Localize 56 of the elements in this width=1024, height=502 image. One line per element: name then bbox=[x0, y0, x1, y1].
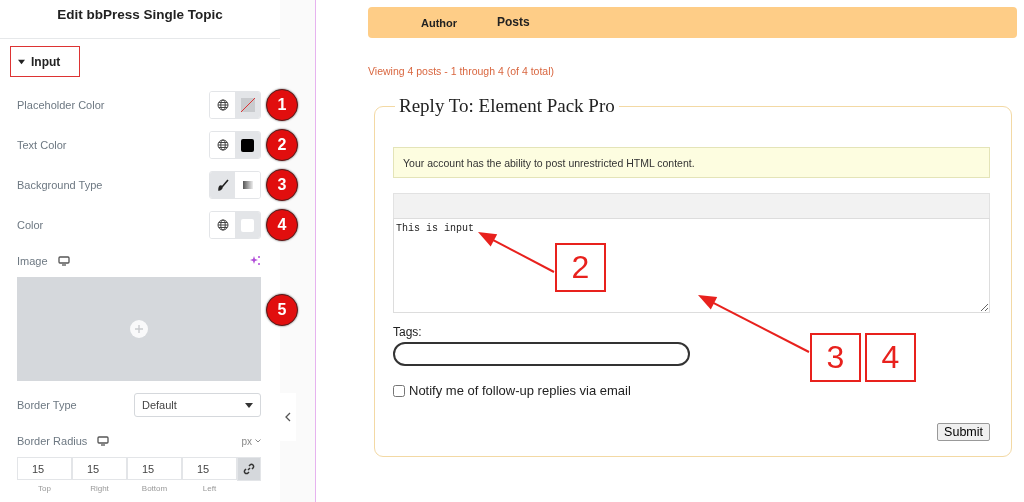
dimension-input[interactable]: 15 bbox=[182, 457, 237, 480]
step-badge: 1 bbox=[266, 89, 298, 121]
form-legend: Reply To: Element Pack Pro bbox=[395, 95, 619, 117]
step-badge: 5 bbox=[266, 294, 298, 326]
step-badge: 3 bbox=[266, 169, 298, 201]
notify-label: Notify me of follow-up replies via email bbox=[409, 383, 631, 398]
globe-icon bbox=[216, 219, 229, 231]
globe-icon bbox=[216, 99, 229, 111]
unit-select[interactable]: px bbox=[241, 435, 261, 447]
section-toggle[interactable]: Input bbox=[10, 46, 80, 77]
control-label: Image bbox=[17, 255, 48, 267]
control-label: Border Type bbox=[17, 399, 77, 411]
dimension-label: Right bbox=[90, 484, 109, 493]
classic-button[interactable] bbox=[210, 172, 235, 198]
chevron-left-icon bbox=[285, 412, 291, 422]
dimension-label: Bottom bbox=[141, 484, 168, 493]
gradient-icon bbox=[241, 179, 254, 191]
annotation-number: 3 bbox=[810, 333, 861, 382]
monitor-icon bbox=[97, 436, 110, 446]
step-badge: 2 bbox=[266, 129, 298, 161]
control-label: Background Type bbox=[17, 179, 103, 191]
caret-icon bbox=[18, 58, 25, 65]
dimension-input[interactable]: 15 bbox=[17, 457, 72, 480]
notify-checkbox[interactable] bbox=[393, 384, 405, 397]
color-picker[interactable] bbox=[235, 132, 260, 158]
annotation-number: 4 bbox=[865, 333, 916, 382]
monitor-icon bbox=[57, 256, 70, 266]
tags-input[interactable] bbox=[393, 342, 690, 366]
tags-label: Tags: bbox=[393, 325, 423, 339]
step-badge: 4 bbox=[266, 209, 298, 241]
chevron-down-icon bbox=[255, 439, 261, 443]
dimension-label: Top bbox=[38, 484, 51, 493]
annotation-number: 2 bbox=[555, 243, 606, 292]
sparkle-icon[interactable] bbox=[249, 255, 261, 267]
caret-icon bbox=[245, 402, 253, 408]
control-label: Color bbox=[17, 219, 44, 231]
brush-icon bbox=[216, 179, 229, 191]
color-picker[interactable] bbox=[235, 92, 260, 118]
dimension-label: Left bbox=[202, 484, 217, 493]
control-label: Text Color bbox=[17, 139, 67, 151]
color-picker[interactable] bbox=[235, 212, 260, 238]
control-label: Border Radius bbox=[17, 435, 88, 447]
globe-icon bbox=[216, 139, 229, 151]
plus-icon bbox=[130, 320, 148, 338]
empty-swatch-icon bbox=[240, 98, 255, 112]
notice-message: Your account has the ability to post unrestricted HTML content. bbox=[393, 147, 990, 178]
submit-button[interactable]: Submit bbox=[937, 423, 990, 441]
control-label: Placeholder Color bbox=[17, 99, 105, 111]
dimension-input[interactable]: 15 bbox=[127, 457, 182, 480]
column-header: Posts bbox=[497, 15, 530, 29]
link-button[interactable] bbox=[237, 457, 261, 481]
dimension-input[interactable]: 15 bbox=[72, 457, 127, 480]
link-icon bbox=[243, 463, 255, 475]
pagination-text: Viewing 4 posts - 1 through 4 (of 4 total) bbox=[368, 65, 555, 77]
border-type-select[interactable]: Default bbox=[134, 393, 261, 417]
column-header: Author bbox=[421, 17, 458, 29]
